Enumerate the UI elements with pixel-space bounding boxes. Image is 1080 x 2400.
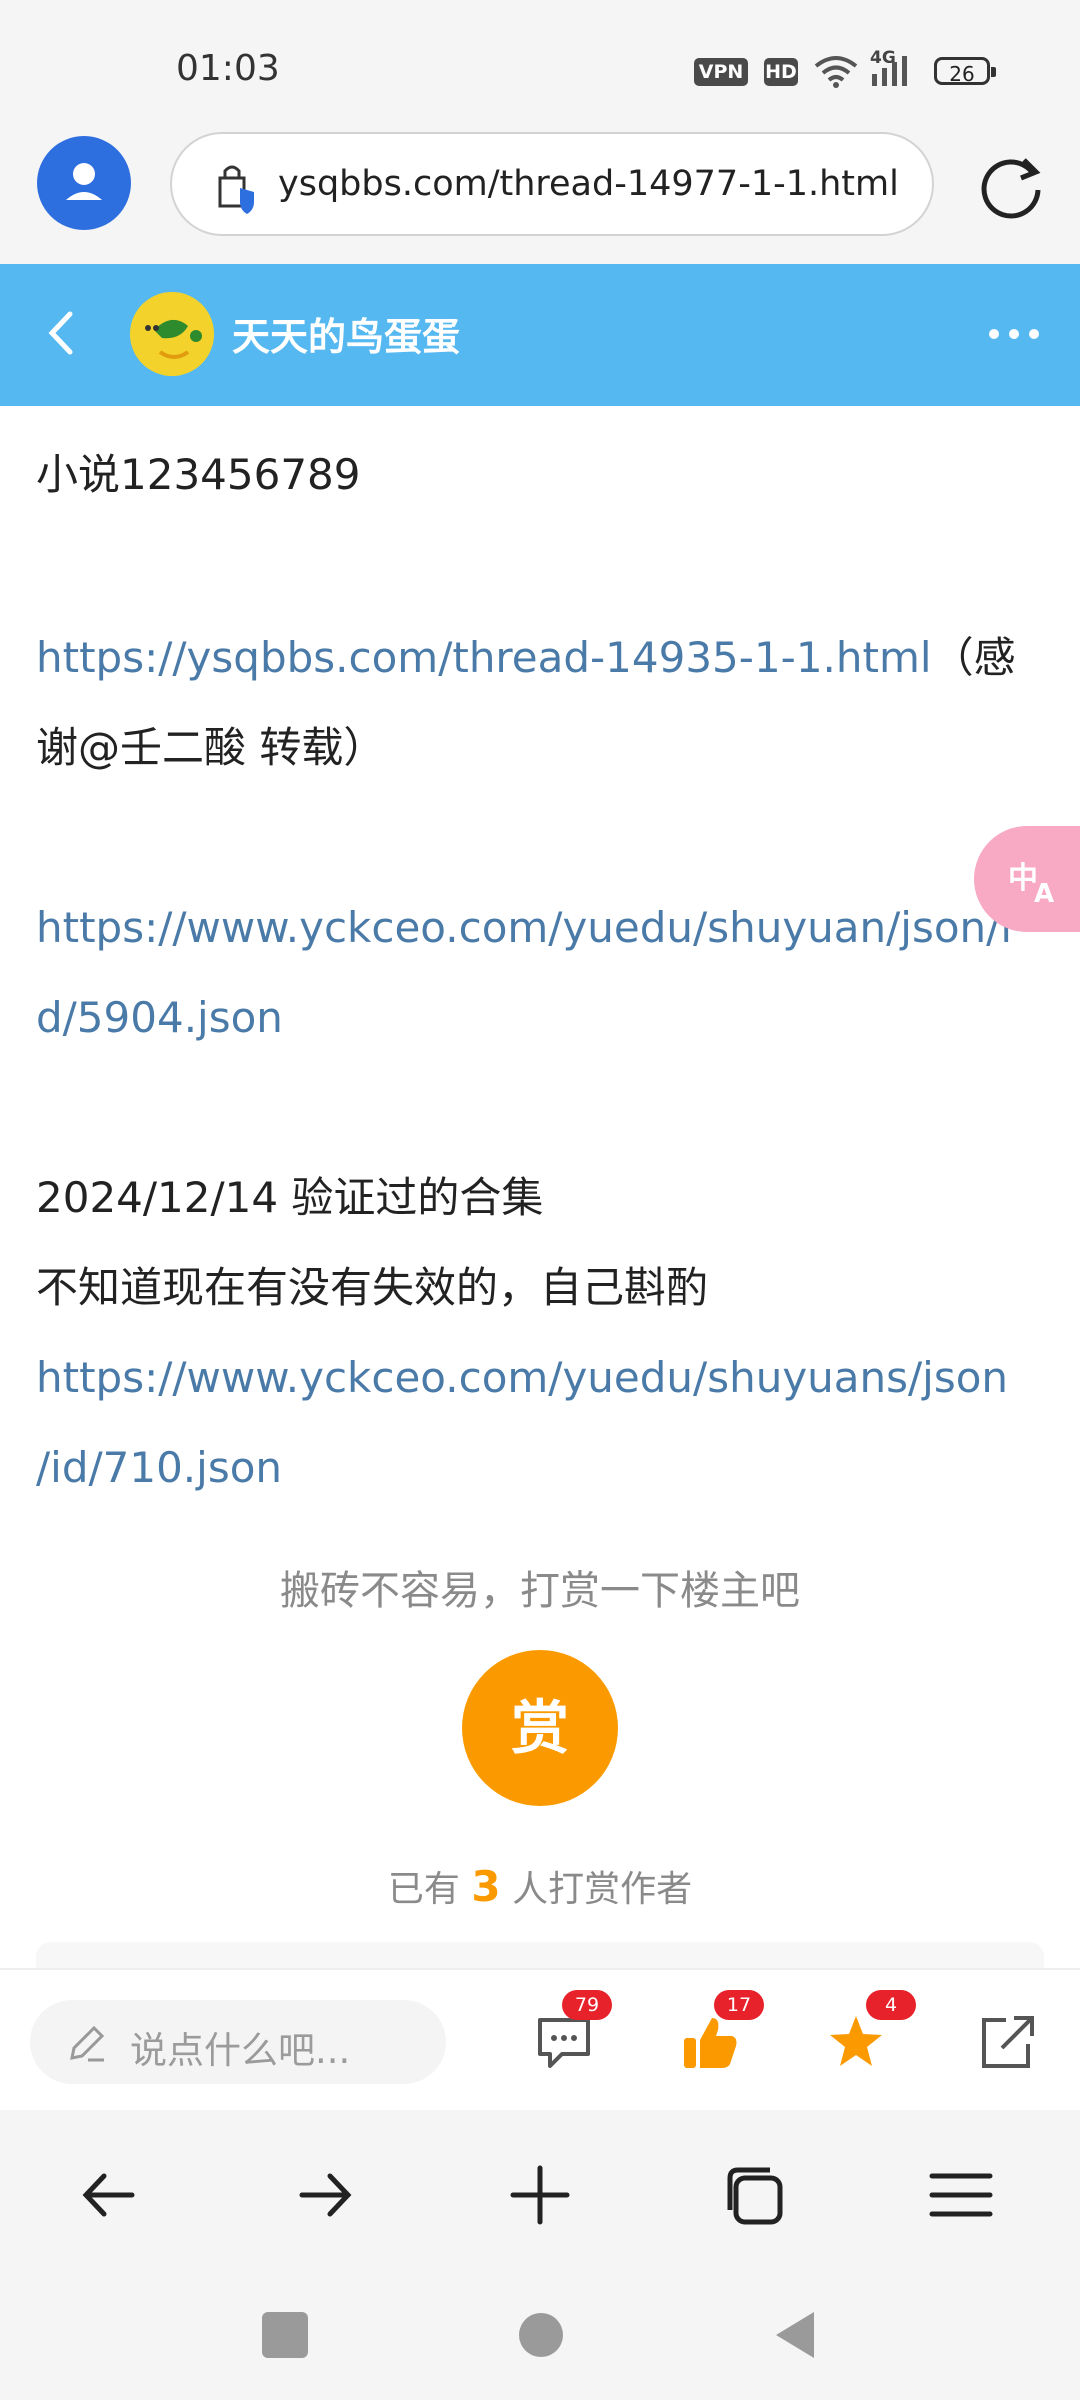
translate-button[interactable]: 中 A [974,826,1080,932]
post-line: 谢@壬二酸 转载） [36,723,386,772]
star-icon [830,2016,882,2066]
reward-count: 已有 3 人打赏作者 [0,1860,1080,1912]
status-bar [0,0,1080,130]
post-link-suffix: （感 [931,633,1016,682]
back-arrow-icon[interactable] [40,302,90,364]
recent-apps-icon[interactable] [262,2312,308,2358]
bird-logo-icon [130,292,214,376]
forward-icon[interactable] [290,2160,360,2230]
reward-count-prefix: 已有 [387,1869,460,1910]
tabs-icon[interactable] [720,2160,790,2230]
reward-button[interactable]: 赏 [462,1650,618,1806]
post-link[interactable]: https://www.yckceo.com/yuedu/shuyuan/jso… [36,883,1012,973]
battery-indicator: 26 [934,57,996,86]
likes-count-badge: 17 [714,1990,764,2020]
comment-icon [538,2018,590,2068]
site-header: 天天的鸟蛋蛋 [0,264,1080,406]
system-nav-bar [0,2270,1080,2400]
post-link-row: https://ysqbbs.com/thread-14935-1-1.html… [36,613,1016,703]
browser-nav-bar [0,2110,1080,2270]
reward-count-number: 3 [471,1862,501,1911]
comments-count-badge: 79 [562,1990,612,2020]
site-logo[interactable] [130,292,214,376]
like-button[interactable]: 17 [680,1990,764,2072]
post-link[interactable]: https://ysqbbs.com/thread-14935-1-1.html [36,633,932,682]
post-link[interactable]: /id/710.json [36,1423,282,1513]
secure-shield-icon [218,165,254,214]
system-back-icon[interactable] [772,2310,818,2360]
comment-placeholder: 说点什么吧... [130,2029,351,2072]
post-line: 不知道现在有没有失效的，自己斟酌 [36,1263,709,1312]
site-title: 天天的鸟蛋蛋 [232,315,461,359]
wifi-icon [814,56,858,88]
favorites-count-badge: 4 [866,1990,916,2020]
hd-badge: HD [764,58,798,86]
comment-input[interactable]: 说点什么吧... [30,2000,446,2084]
menu-icon[interactable] [926,2160,996,2230]
home-icon[interactable] [518,2312,564,2358]
reward-hint: 搬砖不容易，打赏一下楼主吧 [280,1568,800,1614]
post-action-bar: 说点什么吧... 79 17 4 [0,1968,1080,2110]
status-time: 01:03 [176,48,280,89]
share-button[interactable] [976,2012,1036,2072]
new-tab-icon[interactable] [505,2160,575,2230]
post-line: 2024/12/14 验证过的合集 [36,1173,544,1222]
post-line: 小说123456789 [36,450,361,499]
reward-count-suffix: 人打赏作者 [512,1869,693,1910]
share-icon [982,2016,1034,2068]
post-link[interactable]: https://www.yckceo.com/yuedu/shuyuans/js… [36,1333,1008,1423]
address-bar[interactable]: ysqbbs.com/thread-14977-1-1.html [170,132,934,236]
user-icon [66,163,102,200]
favorite-button[interactable]: 4 [826,1990,916,2072]
back-icon[interactable] [74,2160,144,2230]
thumbs-up-icon [684,2018,737,2068]
url-text: ysqbbs.com/thread-14977-1-1.html [278,164,899,204]
comments-button[interactable]: 79 [534,1990,612,2072]
more-options-icon[interactable] [984,322,1044,346]
svg-text:A: A [1034,879,1054,909]
pencil-icon [70,2025,105,2062]
post-link[interactable]: d/5904.json [36,973,283,1063]
translate-icon: 中 A [1008,861,1054,909]
signal-icon [872,56,907,86]
vpn-badge: VPN [694,58,748,86]
profile-avatar[interactable] [37,136,131,230]
reload-icon[interactable] [976,150,1046,220]
